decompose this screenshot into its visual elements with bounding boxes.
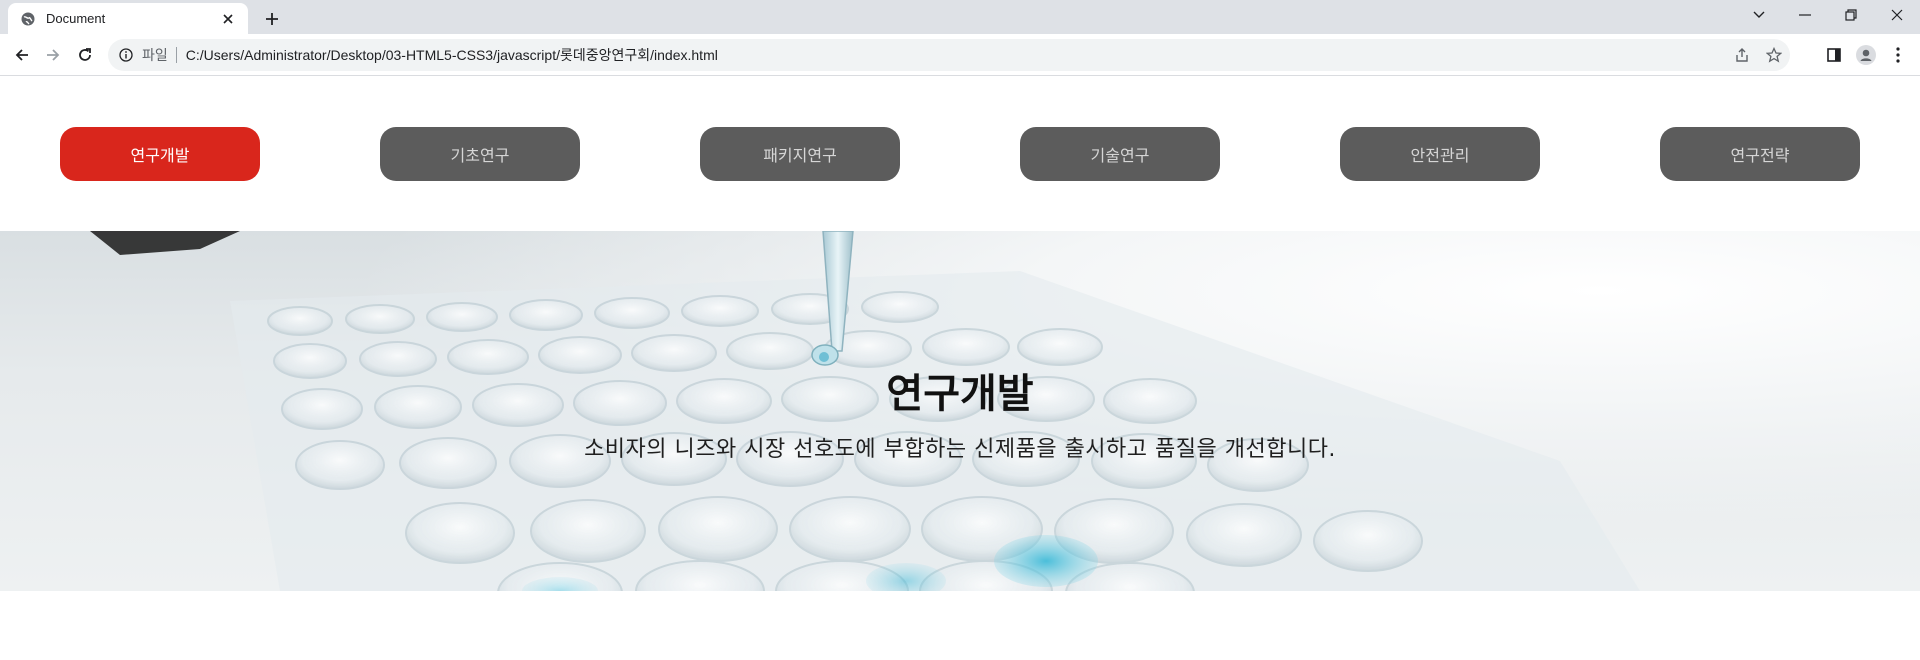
menu-button-basic-research[interactable]: 기초연구 (380, 127, 580, 181)
menu-button-research[interactable]: 연구개발 (60, 127, 260, 181)
menu-button-tech-research[interactable]: 기술연구 (1020, 127, 1220, 181)
hero-subtitle: 소비자의 니즈와 시장 선호도에 부합하는 신제품을 출시하고 품질을 개선합니… (584, 437, 1336, 462)
more-vert-icon[interactable] (1884, 41, 1912, 69)
forward-arrow-icon[interactable] (39, 41, 67, 69)
category-menu: 연구개발 기초연구 패키지연구 기술연구 안전관리 연구전략 (0, 77, 1920, 231)
page-viewport: 연구개발 기초연구 패키지연구 기술연구 안전관리 연구전략 연구개발 소비자의… (0, 77, 1920, 660)
hero-title: 연구개발 (886, 371, 1034, 417)
star-icon[interactable] (1758, 41, 1790, 69)
browser-tab-bar: Document (0, 0, 1920, 34)
reload-icon[interactable] (71, 41, 99, 69)
globe-icon (20, 11, 36, 27)
close-tab-icon[interactable] (218, 9, 238, 29)
share-icon[interactable] (1726, 41, 1758, 69)
minimize-icon[interactable] (1782, 0, 1828, 30)
url-text[interactable]: C:/Users/Administrator/Desktop/03-HTML5-… (186, 45, 1726, 65)
profile-avatar-icon[interactable] (1852, 41, 1880, 69)
side-panel-icon[interactable] (1820, 41, 1848, 69)
browser-toolbar: 파일 C:/Users/Administrator/Desktop/03-HTM… (0, 34, 1920, 76)
browser-tab[interactable]: Document (8, 3, 248, 34)
tab-title: Document (46, 11, 106, 26)
menu-button-strategy[interactable]: 연구전략 (1660, 127, 1860, 181)
url-scheme-label: 파일 (142, 47, 168, 63)
hero-banner: 연구개발 소비자의 니즈와 시장 선호도에 부합하는 신제품을 출시하고 품질을… (0, 231, 1920, 591)
plus-icon[interactable] (258, 5, 286, 33)
menu-button-package-research[interactable]: 패키지연구 (700, 127, 900, 181)
info-icon[interactable] (118, 47, 134, 63)
url-separator (175, 47, 177, 63)
back-arrow-icon[interactable] (8, 41, 36, 69)
restore-icon[interactable] (1828, 0, 1874, 30)
menu-button-safety[interactable]: 안전관리 (1340, 127, 1540, 181)
address-bar[interactable]: 파일 C:/Users/Administrator/Desktop/03-HTM… (108, 39, 1790, 71)
chevron-down-icon[interactable] (1736, 0, 1782, 30)
close-icon[interactable] (1874, 0, 1920, 30)
